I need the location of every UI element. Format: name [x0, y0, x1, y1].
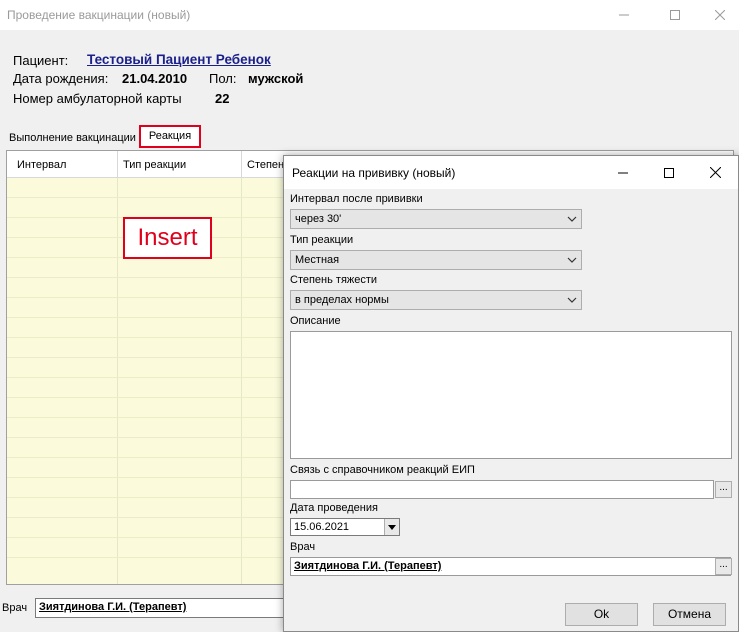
dialog-minimize-button[interactable] — [600, 156, 646, 189]
header-separator — [117, 151, 118, 178]
type-value: Местная — [295, 254, 340, 266]
row-line — [7, 317, 285, 318]
row-line — [7, 477, 285, 478]
dob-label: Дата рождения: — [13, 71, 109, 86]
row-line — [7, 557, 285, 558]
close-icon — [715, 10, 725, 20]
card-label: Номер амбулаторной карты — [13, 91, 182, 106]
patient-info: Пациент: Тестовый Пациент Ребенок Дата р… — [0, 30, 739, 120]
card-value: 22 — [215, 91, 230, 106]
severity-value: в пределах нормы — [295, 294, 389, 306]
row-line — [7, 197, 285, 198]
description-textarea[interactable] — [290, 331, 732, 459]
column-header-type[interactable]: Тип реакции — [123, 159, 186, 171]
main-doctor-label: Врач — [2, 602, 28, 614]
eip-label: Связь с справочником реакций ЕИП — [290, 464, 475, 476]
dialog-maximize-button[interactable] — [646, 156, 692, 189]
chevron-down-icon — [567, 297, 577, 303]
header-separator — [241, 151, 242, 178]
row-line — [7, 537, 285, 538]
severity-label: Степень тяжести — [290, 274, 378, 286]
row-line — [7, 297, 285, 298]
dialog-title: Реакции на прививку (новый) — [292, 166, 456, 180]
row-line — [7, 277, 285, 278]
eip-browse-button[interactable]: ... — [715, 481, 732, 498]
row-line — [7, 337, 285, 338]
patient-label: Пациент: — [13, 53, 69, 68]
interval-select[interactable]: через 30' — [290, 209, 582, 229]
insert-annotation: Insert — [123, 217, 212, 259]
chevron-down-icon — [567, 257, 577, 263]
triangle-down-icon — [388, 524, 396, 530]
dob-value: 21.04.2010 — [122, 71, 188, 86]
interval-label: Интервал после прививки — [290, 193, 423, 205]
minimize-icon — [619, 14, 629, 16]
column-header-interval[interactable]: Интервал — [17, 159, 66, 171]
doctor-field[interactable]: Зиятдинова Г.И. (Терапевт) — [290, 557, 731, 576]
minimize-button[interactable] — [601, 0, 647, 30]
maximize-icon — [664, 167, 674, 178]
minimize-icon — [618, 172, 628, 173]
description-label: Описание — [290, 315, 341, 327]
row-line — [7, 497, 285, 498]
doctor-browse-button[interactable]: ... — [715, 558, 732, 575]
eip-field[interactable] — [290, 480, 714, 499]
tab-reaction[interactable]: Реакция — [139, 125, 201, 148]
date-picker[interactable]: 15.06.2021 — [290, 518, 400, 536]
patient-name-link[interactable]: Тестовый Пациент Ребенок — [87, 52, 271, 67]
row-line — [7, 377, 285, 378]
reaction-dialog: Реакции на прививку (новый) Интервал пос… — [283, 155, 739, 632]
main-titlebar: Проведение вакцинации (новый) — [0, 0, 739, 30]
maximize-icon — [670, 10, 680, 20]
date-label: Дата проведения — [290, 502, 378, 514]
sex-label: Пол: — [209, 71, 237, 86]
row-line — [7, 417, 285, 418]
chevron-down-icon — [567, 216, 577, 222]
date-dropdown-button[interactable] — [384, 519, 399, 535]
close-icon — [709, 167, 721, 178]
window-title: Проведение вакцинации (новый) — [7, 8, 191, 22]
row-line — [7, 357, 285, 358]
dialog-close-button[interactable] — [692, 156, 738, 189]
close-button[interactable] — [697, 0, 739, 30]
ok-button[interactable]: Ok — [565, 603, 638, 626]
maximize-button[interactable] — [652, 0, 698, 30]
doctor-label: Врач — [290, 541, 316, 553]
type-select[interactable]: Местная — [290, 250, 582, 270]
date-value: 15.06.2021 — [294, 521, 350, 533]
row-line — [7, 517, 285, 518]
dialog-titlebar: Реакции на прививку (новый) — [284, 156, 738, 189]
interval-value: через 30' — [295, 213, 342, 225]
sex-value: мужской — [248, 71, 304, 86]
main-doctor-field[interactable]: Зиятдинова Г.И. (Терапевт) — [35, 598, 285, 618]
type-label: Тип реакции — [290, 234, 354, 246]
tab-vaccination[interactable]: Выполнение вакцинации — [4, 129, 141, 149]
row-line — [7, 397, 285, 398]
cancel-button[interactable]: Отмена — [653, 603, 726, 626]
severity-select[interactable]: в пределах нормы — [290, 290, 582, 310]
row-line — [7, 437, 285, 438]
row-line — [7, 457, 285, 458]
